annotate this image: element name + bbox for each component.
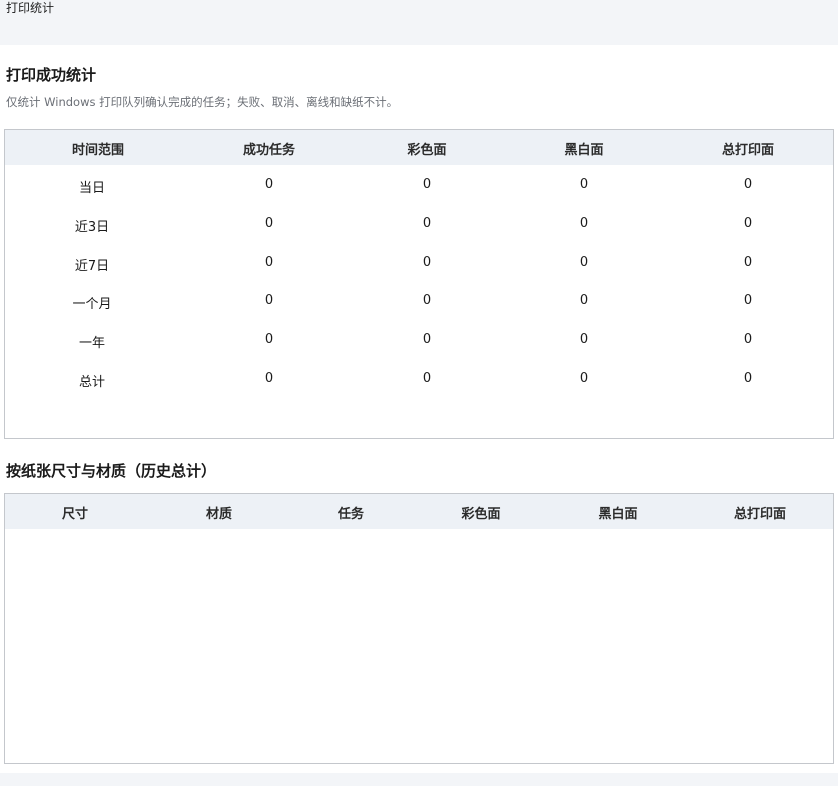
total-pages-cell: 0 xyxy=(743,371,753,386)
success-jobs-cell: 0 xyxy=(264,216,274,231)
column-header-color-pages[interactable]: 彩色面 xyxy=(461,503,500,522)
time-range-cell: 当日 xyxy=(78,181,106,196)
bw-pages-cell: 0 xyxy=(579,177,589,192)
bw-pages-cell: 0 xyxy=(579,332,589,347)
table-header: 尺寸 材质 任务 彩色面 黑白面 总打印面 xyxy=(5,494,833,529)
success-jobs-cell: 0 xyxy=(264,371,274,386)
column-header-total-pages[interactable]: 总打印面 xyxy=(722,139,774,158)
bottom-bar xyxy=(0,773,838,786)
color-pages-cell: 0 xyxy=(422,293,432,308)
time-range-cell: 一年 xyxy=(78,336,106,351)
total-pages-cell: 0 xyxy=(743,255,753,270)
color-pages-cell: 0 xyxy=(422,216,432,231)
column-header-total-pages[interactable]: 总打印面 xyxy=(734,503,786,522)
title-bar: 打印统计 xyxy=(0,0,838,45)
column-header-success-jobs[interactable]: 成功任务 xyxy=(243,139,295,158)
bw-pages-cell: 0 xyxy=(579,293,589,308)
time-range-cell: 近3日 xyxy=(74,220,110,235)
bw-pages-cell: 0 xyxy=(579,255,589,270)
total-pages-cell: 0 xyxy=(743,293,753,308)
bw-pages-cell: 0 xyxy=(579,371,589,386)
success-jobs-cell: 0 xyxy=(264,255,274,270)
time-range-cell: 近7日 xyxy=(74,259,110,274)
success-stats-table: 时间范围 成功任务 彩色面 黑白面 总打印面 当日 0 0 0 0 近3日 0 … xyxy=(4,129,834,439)
color-pages-cell: 0 xyxy=(422,255,432,270)
time-range-cell: 总计 xyxy=(78,375,106,390)
total-pages-cell: 0 xyxy=(743,332,753,347)
column-header-bw-pages[interactable]: 黑白面 xyxy=(564,139,603,158)
success-jobs-cell: 0 xyxy=(264,177,274,192)
color-pages-cell: 0 xyxy=(422,371,432,386)
success-jobs-cell: 0 xyxy=(264,293,274,308)
total-pages-cell: 0 xyxy=(743,216,753,231)
column-header-bw-pages[interactable]: 黑白面 xyxy=(598,503,637,522)
column-header-size[interactable]: 尺寸 xyxy=(62,503,88,522)
paper-stats-table: 尺寸 材质 任务 彩色面 黑白面 总打印面 xyxy=(4,493,834,764)
column-header-color-pages[interactable]: 彩色面 xyxy=(407,139,446,158)
bw-pages-cell: 0 xyxy=(579,216,589,231)
success-stats-title: 打印成功统计 xyxy=(6,66,97,84)
table-header: 时间范围 成功任务 彩色面 黑白面 总打印面 xyxy=(5,130,833,165)
color-pages-cell: 0 xyxy=(422,332,432,347)
column-header-time-range[interactable]: 时间范围 xyxy=(72,139,124,158)
time-range-cell: 一个月 xyxy=(72,297,112,312)
success-jobs-cell: 0 xyxy=(264,332,274,347)
color-pages-cell: 0 xyxy=(422,177,432,192)
total-pages-cell: 0 xyxy=(743,177,753,192)
paper-stats-title: 按纸张尺寸与材质（历史总计） xyxy=(6,462,217,480)
success-stats-description: 仅统计 Windows 打印队列确认完成的任务；失败、取消、离线和缺纸不计。 xyxy=(6,95,399,109)
column-header-material[interactable]: 材质 xyxy=(206,503,232,522)
window-title: 打印统计 xyxy=(6,1,55,15)
column-header-jobs[interactable]: 任务 xyxy=(338,503,364,522)
